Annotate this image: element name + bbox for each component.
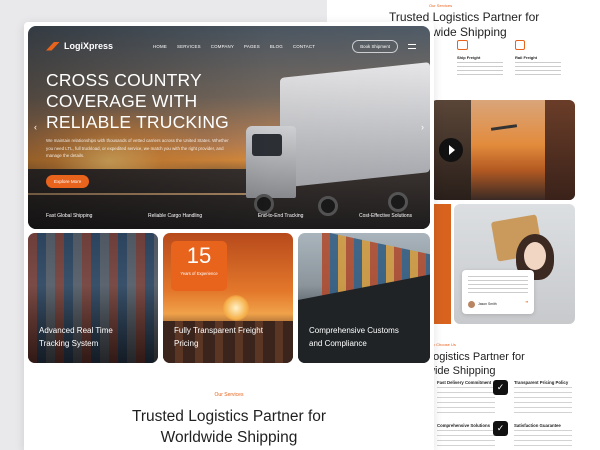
main-page: LogiXpress HOME SERVICES COMPANY PAGES B… (24, 22, 434, 450)
logo-icon (46, 41, 60, 51)
customs-tile[interactable]: Comprehensive Customs and Compliance (298, 233, 430, 363)
reason-text (514, 387, 572, 413)
nav-link-contact[interactable]: CONTACT (293, 44, 315, 49)
hero-description: We maintain relationships with thousands… (46, 138, 229, 158)
reason-title: Comprehensive Solutions (437, 423, 491, 428)
hamburger-menu-icon[interactable] (408, 43, 416, 49)
services-eyebrow: Our Services (214, 392, 244, 398)
check-icon: ✓ (493, 421, 508, 436)
service-text (457, 62, 503, 78)
section-title-line2: wide Shipping (432, 25, 507, 39)
train-icon (515, 40, 525, 50)
eyebrow-label: Our Services (429, 3, 453, 8)
explore-more-button[interactable]: Explore More (46, 175, 90, 188)
nav-link-services[interactable]: SERVICES (177, 44, 201, 49)
service-title: Ship Freight (457, 55, 481, 60)
hero-title: CROSS COUNTRY COVERAGE WITH RELIABLE TRU… (46, 70, 229, 132)
play-button[interactable] (439, 138, 463, 162)
section-title: Logistics Partner for (427, 351, 525, 363)
tile-label: Fully Transparent Freight Pricing (174, 326, 263, 348)
hero-section: LogiXpress HOME SERVICES COMPANY PAGES B… (28, 26, 430, 229)
feature-item: Fast Global Shipping (46, 213, 93, 219)
section-title-line2: wide Shipping (427, 365, 496, 377)
testimonial-image: Jason Smith ” (454, 204, 575, 324)
prev-arrow-icon[interactable]: ‹ (34, 122, 37, 132)
services-title: Trusted Logistics Partner for Worldwide … (131, 408, 327, 446)
accent-panel (431, 204, 451, 324)
feature-item: End-to-End Tracking (257, 213, 304, 219)
brand-logo[interactable]: LogiXpress (46, 41, 113, 51)
feature-item: Reliable Cargo Handling (148, 213, 203, 219)
reason-text (437, 387, 495, 413)
author-name: Jason Smith (478, 302, 497, 306)
service-title: Rail Freight (515, 55, 538, 60)
reason-title: Satisfaction Guarantee (514, 423, 561, 428)
testimonial-card: Jason Smith ” (462, 270, 534, 314)
nav-links: HOME SERVICES COMPANY PAGES BLOG CONTACT (153, 44, 315, 49)
tile-label: Advanced Real Time Tracking System (39, 326, 113, 348)
nav-link-pages[interactable]: PAGES (244, 44, 260, 49)
service-text (515, 62, 561, 78)
feature-item: Cost-Effective Solutions (359, 213, 412, 219)
reason-text (437, 430, 495, 450)
experience-label: Years of Experience (180, 271, 218, 276)
top-navigation: LogiXpress HOME SERVICES COMPANY PAGES B… (46, 38, 416, 54)
reason-title: Fast Delivery Commitment (437, 380, 492, 385)
experience-number: 15 (186, 243, 212, 268)
reason-text (514, 430, 572, 450)
pricing-tile[interactable]: 15 Years of Experience Fully Transparent… (163, 233, 293, 363)
avatar (468, 301, 475, 308)
hero-features: Fast Global Shipping Reliable Cargo Hand… (46, 213, 412, 219)
tracking-tile[interactable]: Advanced Real Time Tracking System (28, 233, 158, 363)
airport-image (431, 100, 575, 200)
book-shipment-button[interactable]: Book Shipment (352, 39, 398, 53)
tile-label: Comprehensive Customs and Compliance (309, 326, 399, 348)
next-arrow-icon[interactable]: › (421, 122, 424, 132)
experience-badge: 15 Years of Experience (171, 241, 227, 291)
nav-link-company[interactable]: COMPANY (211, 44, 234, 49)
brand-name: LogiXpress (64, 41, 114, 51)
nav-link-home[interactable]: HOME (153, 44, 167, 49)
ship-icon (457, 40, 468, 50)
quote-icon: ” (525, 300, 528, 309)
check-icon: ✓ (493, 380, 508, 395)
nav-link-blog[interactable]: BLOG (270, 44, 283, 49)
reason-title: Transparent Pricing Policy (514, 380, 569, 385)
sun-image (223, 295, 249, 321)
